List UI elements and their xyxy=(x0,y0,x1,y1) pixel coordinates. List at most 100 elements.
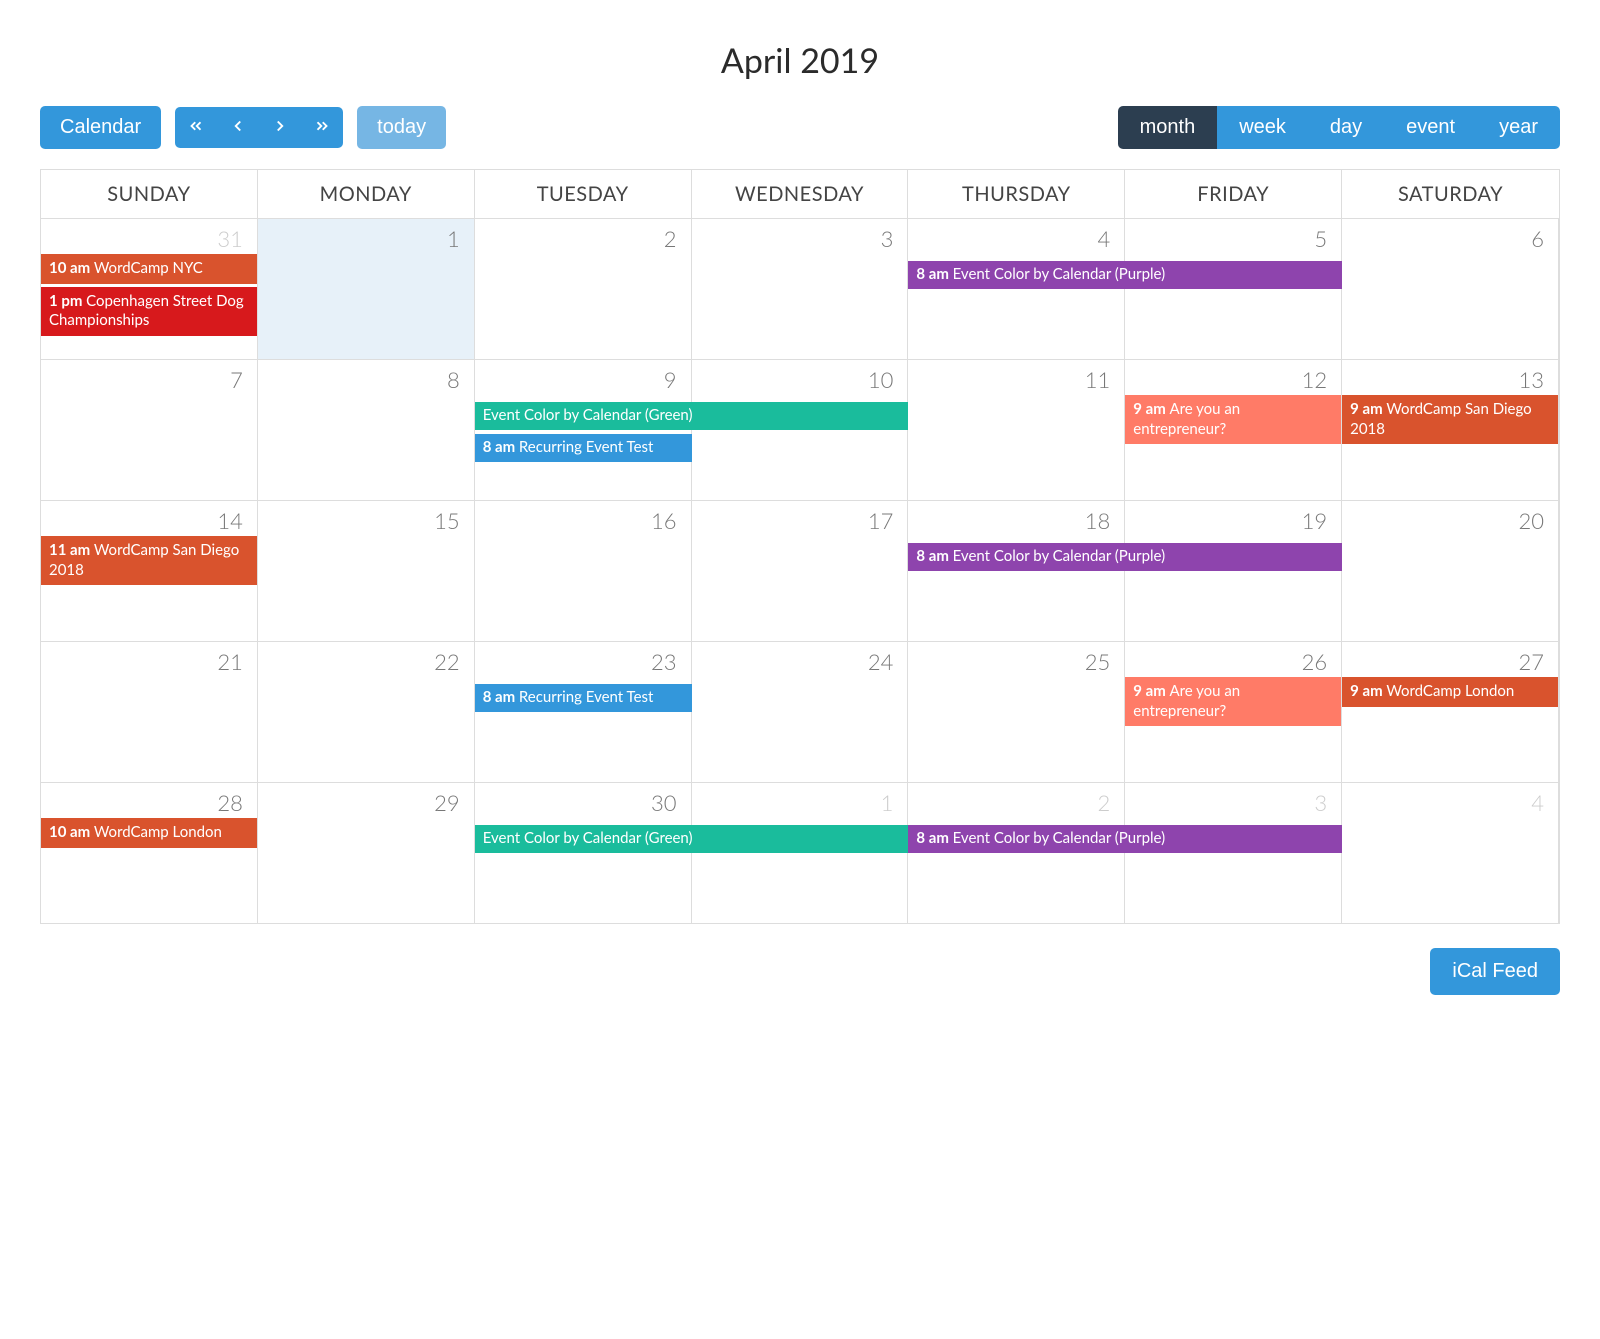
event-title: WordCamp NYC xyxy=(94,259,203,277)
calendar-day-cell[interactable]: 19 xyxy=(1125,501,1342,641)
calendar-day-cell[interactable]: 21 xyxy=(41,642,258,782)
calendar-event-span[interactable]: 8 am Recurring Event Test xyxy=(475,684,692,712)
calendar-event[interactable]: 9 am WordCamp London xyxy=(1342,677,1558,707)
prev-year-button[interactable] xyxy=(175,107,217,148)
event-time: 9 am xyxy=(1350,400,1386,418)
calendar-day-cell[interactable]: 8 xyxy=(258,360,475,500)
day-number: 22 xyxy=(258,642,474,677)
calendar-event[interactable]: 1 pm Copenhagen Street Dog Championships xyxy=(41,287,257,336)
view-year-button[interactable]: year xyxy=(1477,106,1560,149)
double-chevron-right-icon xyxy=(313,117,331,138)
day-number: 17 xyxy=(692,501,908,536)
calendar-event[interactable]: 10 am WordCamp London xyxy=(41,818,257,848)
calendar-day-cell[interactable]: 16 xyxy=(475,501,692,641)
calendar-day-cell[interactable]: 269 am Are you an entrepreneur? xyxy=(1125,642,1342,782)
calendar-event-span[interactable]: 8 am Event Color by Calendar (Purple) xyxy=(908,543,1342,571)
chevron-right-icon xyxy=(271,117,289,138)
day-header: SATURDAY xyxy=(1342,170,1559,218)
calendar-day-cell[interactable]: 4 xyxy=(908,219,1125,359)
calendar-day-cell[interactable]: 15 xyxy=(258,501,475,641)
calendar-day-cell[interactable]: 1 xyxy=(692,783,909,923)
day-number: 18 xyxy=(908,501,1124,536)
event-time: 8 am xyxy=(916,265,952,283)
event-time: 8 am xyxy=(916,547,952,565)
calendar-day-cell[interactable]: 24 xyxy=(692,642,909,782)
calendar-day-cell[interactable]: 30 xyxy=(475,783,692,923)
day-number: 2 xyxy=(908,783,1124,818)
event-title: WordCamp London xyxy=(1386,682,1514,700)
calendar-day-cell[interactable]: 2 xyxy=(908,783,1125,923)
day-number: 24 xyxy=(692,642,908,677)
day-number: 2 xyxy=(475,219,691,254)
calendar-day-cell[interactable]: 1411 am WordCamp San Diego 2018 xyxy=(41,501,258,641)
calendar-day-cell[interactable]: 3 xyxy=(692,219,909,359)
calendar-day-cell[interactable]: 9 xyxy=(475,360,692,500)
toolbar: Calendar today month week day event xyxy=(40,106,1560,149)
day-number: 15 xyxy=(258,501,474,536)
view-month-button[interactable]: month xyxy=(1118,106,1218,149)
day-number: 14 xyxy=(41,501,257,536)
calendar-day-cell[interactable]: 18 xyxy=(908,501,1125,641)
calendar-day-cell[interactable]: 3110 am WordCamp NYC1 pm Copenhagen Stre… xyxy=(41,219,258,359)
view-day-button[interactable]: day xyxy=(1308,106,1384,149)
calendar-day-cell[interactable]: 3 xyxy=(1125,783,1342,923)
day-number: 28 xyxy=(41,783,257,818)
calendar-day-cell[interactable]: 129 am Are you an entrepreneur? xyxy=(1125,360,1342,500)
calendar-day-cell[interactable]: 10 xyxy=(692,360,909,500)
calendar-event-span[interactable]: Event Color by Calendar (Green) xyxy=(475,825,909,853)
event-time: 10 am xyxy=(49,823,94,841)
calendar-day-cell[interactable]: 4 xyxy=(1342,783,1559,923)
day-number: 16 xyxy=(475,501,691,536)
event-time: 9 am xyxy=(1133,682,1169,700)
calendar-event[interactable]: 11 am WordCamp San Diego 2018 xyxy=(41,536,257,585)
day-header: TUESDAY xyxy=(475,170,692,218)
day-header: WEDNESDAY xyxy=(692,170,909,218)
calendar-day-cell[interactable]: 279 am WordCamp London xyxy=(1342,642,1559,782)
ical-feed-button[interactable]: iCal Feed xyxy=(1430,948,1560,995)
calendar-grid: SUNDAYMONDAYTUESDAYWEDNESDAYTHURSDAYFRID… xyxy=(40,169,1560,924)
day-number: 26 xyxy=(1125,642,1341,677)
day-number: 4 xyxy=(1342,783,1558,818)
calendar-day-cell[interactable]: 25 xyxy=(908,642,1125,782)
calendar-button[interactable]: Calendar xyxy=(40,106,161,149)
day-number: 20 xyxy=(1342,501,1558,536)
calendar-day-cell[interactable]: 11 xyxy=(908,360,1125,500)
calendar-event[interactable]: 10 am WordCamp NYC xyxy=(41,254,257,284)
calendar-week-row: 3 110 am WordCamp NYC1 pm Copenhagen Stre… xyxy=(41,219,1559,360)
calendar-day-cell[interactable]: 23 xyxy=(475,642,692,782)
calendar-event[interactable]: 9 am WordCamp San Diego 2018 xyxy=(1342,395,1558,444)
calendar-day-cell[interactable]: 17 xyxy=(692,501,909,641)
next-year-button[interactable] xyxy=(301,107,343,148)
day-number: 30 xyxy=(475,783,691,818)
day-header: MONDAY xyxy=(258,170,475,218)
day-number: 4 xyxy=(908,219,1124,254)
calendar-day-cell[interactable]: 22 xyxy=(258,642,475,782)
event-time: 8 am xyxy=(483,438,519,456)
day-number: 8 xyxy=(258,360,474,395)
calendar-day-cell[interactable]: 2810 am WordCamp London xyxy=(41,783,258,923)
view-week-button[interactable]: week xyxy=(1217,106,1308,149)
calendar-day-cell[interactable]: 20 xyxy=(1342,501,1559,641)
calendar-day-cell[interactable]: 139 am WordCamp San Diego 2018 xyxy=(1342,360,1559,500)
calendar-event-span[interactable]: 8 am Event Color by Calendar (Purple) xyxy=(908,261,1342,289)
view-event-button[interactable]: event xyxy=(1384,106,1477,149)
calendar-event[interactable]: 9 am Are you an entrepreneur? xyxy=(1125,677,1341,726)
calendar-day-cell[interactable]: 1 xyxy=(258,219,475,359)
calendar-event-span[interactable]: 8 am Event Color by Calendar (Purple) xyxy=(908,825,1342,853)
today-button[interactable]: today xyxy=(357,106,446,149)
day-number: 27 xyxy=(1342,642,1558,677)
calendar-day-cell[interactable]: 29 xyxy=(258,783,475,923)
calendar-event[interactable]: 9 am Are you an entrepreneur? xyxy=(1125,395,1341,444)
double-chevron-left-icon xyxy=(187,117,205,138)
calendar-event-span[interactable]: 8 am Recurring Event Test xyxy=(475,434,692,462)
calendar-day-cell[interactable]: 6 xyxy=(1342,219,1559,359)
calendar-event-span[interactable]: Event Color by Calendar (Green) xyxy=(475,402,909,430)
day-header: THURSDAY xyxy=(908,170,1125,218)
next-button[interactable] xyxy=(259,107,301,148)
prev-button[interactable] xyxy=(217,107,259,148)
calendar-day-cell[interactable]: 7 xyxy=(41,360,258,500)
calendar-day-cell[interactable]: 5 xyxy=(1125,219,1342,359)
day-number: 19 xyxy=(1125,501,1341,536)
calendar-day-cell[interactable]: 2 xyxy=(475,219,692,359)
day-header: SUNDAY xyxy=(41,170,258,218)
